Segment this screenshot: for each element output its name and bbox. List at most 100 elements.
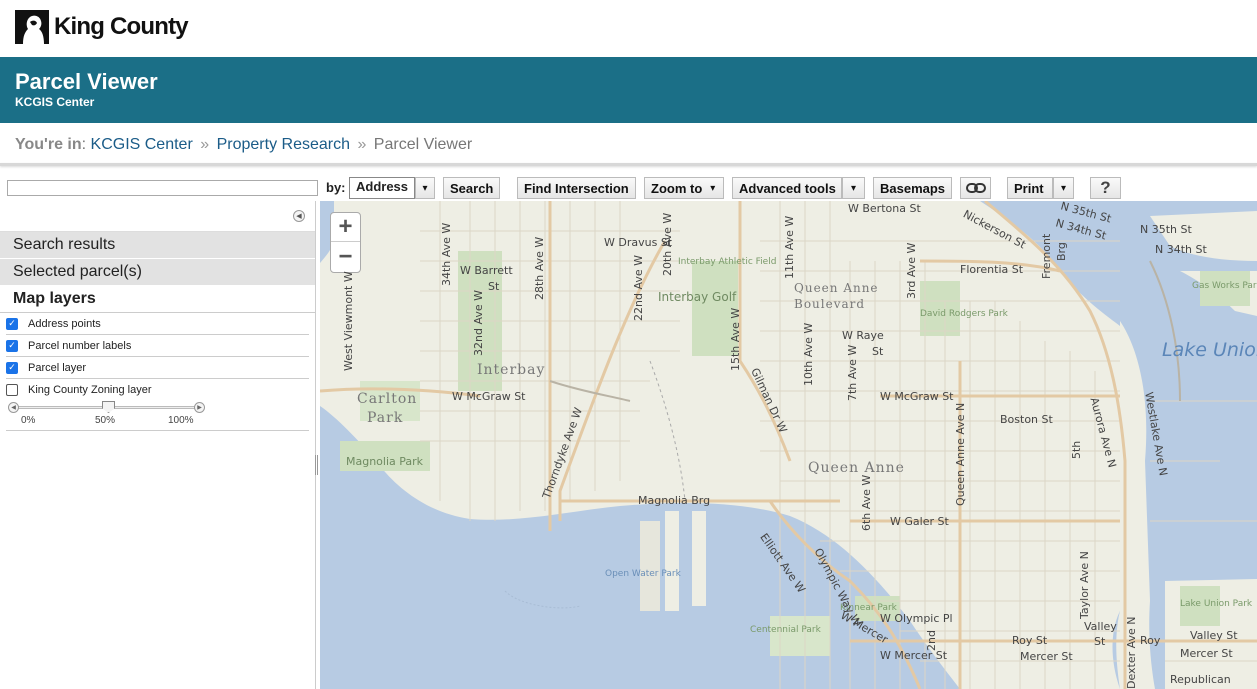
- layer-row-parcel-layer[interactable]: ✓ Parcel layer: [6, 357, 309, 379]
- map-label: Open Water Park: [605, 569, 681, 579]
- toolbar: by: Address ▾ Search Find Intersection Z…: [0, 176, 1257, 200]
- map-label: Boston St: [1000, 413, 1053, 426]
- map-label: St: [488, 280, 500, 293]
- map-label: Fremont: [1040, 233, 1053, 279]
- map-label: 28th Ave W: [533, 236, 546, 300]
- slider-tick-0: 0%: [21, 415, 36, 426]
- search-type-dropdown-button[interactable]: ▾: [415, 177, 435, 199]
- map-label: Magnolia Brg: [638, 494, 711, 507]
- map-label: Interbay: [477, 362, 546, 378]
- print-dropdown-button[interactable]: ▾: [1053, 177, 1074, 199]
- zoom-to-button[interactable]: Zoom to ▾: [644, 177, 724, 199]
- map-label: Roy: [1140, 634, 1161, 647]
- advanced-tools-button[interactable]: Advanced tools: [732, 177, 842, 199]
- breadcrumb-separator: »: [357, 136, 367, 153]
- map-view[interactable]: + − W Bertona St N 35th St N 35th St N 3…: [320, 201, 1257, 689]
- map-label: 22nd Ave W: [632, 255, 645, 321]
- map-label: Valley St: [1190, 629, 1238, 642]
- breadcrumb-label: You're in: [15, 136, 82, 153]
- layer-label: Parcel number labels: [28, 339, 132, 352]
- breadcrumb-current: Parcel Viewer: [373, 136, 473, 153]
- search-type-select[interactable]: Address: [349, 177, 415, 199]
- map-label: Valley: [1084, 620, 1117, 633]
- map-label: W Barrett: [460, 264, 513, 277]
- map-label: 11th Ave W: [783, 215, 796, 279]
- layer-label: Parcel layer: [28, 361, 87, 374]
- zoom-in-button[interactable]: +: [331, 213, 360, 242]
- breadcrumb-link-property-research[interactable]: Property Research: [217, 136, 350, 153]
- layer-checkbox-address-points[interactable]: ✓: [6, 317, 18, 330]
- slider-thumb[interactable]: [102, 401, 115, 413]
- slider-increase-icon[interactable]: ▶: [194, 402, 205, 413]
- help-icon: ?: [1100, 178, 1111, 197]
- layer-row-zoning[interactable]: King County Zoning layer: [6, 379, 309, 401]
- map-label: Taylor Ave N: [1078, 551, 1091, 619]
- slider-decrease-icon[interactable]: ◀: [8, 402, 19, 413]
- map-label: Brg: [1055, 242, 1068, 261]
- map-label: N 35th St: [1140, 223, 1192, 236]
- layer-checkbox-zoning[interactable]: [6, 384, 18, 396]
- basemaps-button[interactable]: Basemaps: [873, 177, 953, 199]
- map-label: Park: [367, 410, 404, 426]
- search-input[interactable]: [7, 180, 318, 196]
- search-button[interactable]: Search: [443, 177, 501, 199]
- zoom-out-button[interactable]: −: [331, 242, 360, 271]
- section-map-layers[interactable]: Map layers: [0, 286, 315, 313]
- chevron-down-icon: ▾: [422, 182, 428, 194]
- map-label: St: [1094, 635, 1106, 648]
- map-label: Carlton: [357, 391, 418, 407]
- opacity-slider[interactable]: ◀ ▶ 0% 50% 100%: [6, 401, 309, 431]
- breadcrumb-link-kcgis[interactable]: KCGIS Center: [91, 136, 193, 153]
- find-intersection-button[interactable]: Find Intersection: [517, 177, 636, 199]
- king-county-logo[interactable]: King County: [15, 10, 189, 44]
- map-label: Queen Anne: [808, 460, 905, 476]
- chevron-down-icon: ▾: [1060, 182, 1067, 194]
- link-icon: [965, 183, 986, 193]
- layer-row-parcel-number-labels[interactable]: ✓ Parcel number labels: [6, 335, 309, 357]
- map-label: Queen Anne Ave N: [954, 402, 967, 506]
- map-label: Dexter Ave N: [1125, 616, 1138, 689]
- map-label: W McGraw St: [880, 390, 954, 403]
- layer-checkbox-parcel-layer[interactable]: ✓: [6, 361, 18, 374]
- side-panel: ◀ Search results Selected parcel(s) Map …: [0, 201, 316, 689]
- layer-row-address-points[interactable]: ✓ Address points: [6, 313, 309, 335]
- map-label: Florentia St: [960, 263, 1024, 276]
- map-label: Centennial Park: [750, 625, 821, 635]
- map-label: Mercer St: [1020, 650, 1073, 663]
- map-label: 10th Ave W: [802, 322, 815, 386]
- map-label: Lake Union: [1162, 339, 1257, 361]
- section-search-results[interactable]: Search results: [0, 232, 315, 259]
- breadcrumb-colon: :: [81, 136, 91, 153]
- layer-checkbox-parcel-number-labels[interactable]: ✓: [6, 339, 18, 352]
- collapse-panel-icon[interactable]: ◀: [293, 210, 305, 222]
- zoom-to-label: Zoom to: [651, 180, 703, 196]
- map-label: 32nd Ave W: [472, 290, 485, 356]
- map-label: 15th Ave W: [729, 307, 742, 371]
- share-link-button[interactable]: [960, 177, 991, 199]
- slider-tick-50: 50%: [95, 415, 116, 426]
- map-label: W Galer St: [890, 515, 949, 528]
- map-label: N 34th St: [1155, 243, 1207, 256]
- print-button[interactable]: Print: [1007, 177, 1053, 199]
- panel-splitter-handle[interactable]: [315, 455, 318, 475]
- panel-header: ◀: [0, 201, 315, 232]
- map-label: Magnolia Park: [346, 455, 424, 468]
- search-by-label: by:: [326, 180, 346, 195]
- section-selected-parcels[interactable]: Selected parcel(s): [0, 259, 315, 286]
- help-button[interactable]: ?: [1090, 177, 1121, 199]
- map-label: Boulevard: [794, 297, 866, 311]
- map-label: 6th Ave W: [860, 474, 873, 531]
- chevron-down-icon: ▾: [710, 182, 716, 194]
- page-banner: Parcel Viewer KCGIS Center: [0, 57, 1257, 123]
- layer-label: Address points: [28, 317, 101, 330]
- map-label: Queen Anne: [794, 281, 879, 295]
- map-label: 3rd Ave W: [905, 242, 918, 299]
- logo-text: King County: [54, 13, 189, 40]
- map-label: Interbay Golf: [658, 290, 737, 304]
- king-county-logo-icon: [15, 10, 49, 44]
- map-label: Lake Union Park: [1180, 599, 1253, 609]
- map-label: Republican: [1170, 673, 1231, 686]
- advanced-tools-dropdown-button[interactable]: ▾: [842, 177, 865, 199]
- page-title: Parcel Viewer: [15, 69, 158, 94]
- map-label: West Viewmont W: [342, 271, 355, 371]
